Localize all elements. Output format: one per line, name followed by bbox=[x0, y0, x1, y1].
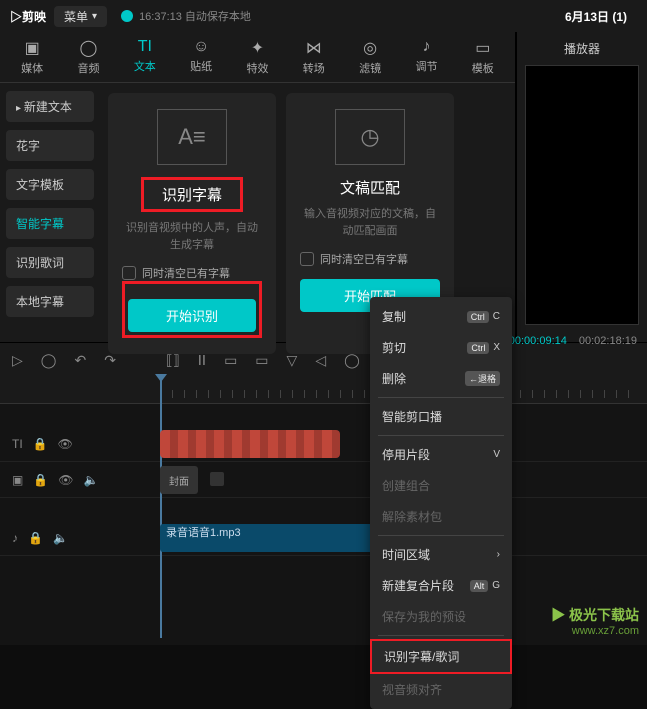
menu-button[interactable]: 菜单 bbox=[54, 6, 107, 27]
ctx-recognize-subtitle-lyrics[interactable]: 识别字幕/歌词 bbox=[370, 639, 512, 674]
mute-icon[interactable]: 🔈 bbox=[84, 473, 99, 487]
sidebar-item-new-text[interactable]: 新建文本 bbox=[6, 91, 94, 122]
sidebar-item-text-template[interactable]: 文字模板 bbox=[6, 169, 94, 200]
transcript-card-title: 文稿匹配 bbox=[340, 177, 400, 198]
sticker-icon: ☺ bbox=[173, 38, 229, 56]
ctx-av-align: 视音频对齐 bbox=[370, 674, 512, 705]
app-logo: ▷剪映 bbox=[10, 8, 46, 25]
sidebar-item-local-subtitle[interactable]: 本地字幕 bbox=[6, 286, 94, 317]
split-icon[interactable]: ⟦⟧ bbox=[166, 352, 180, 369]
undo-icon[interactable]: ↶ bbox=[74, 352, 86, 369]
media-icon: ▣ bbox=[4, 38, 60, 58]
lock-icon[interactable]: 🔒 bbox=[28, 531, 43, 545]
audio-track-icon: ♪ bbox=[12, 531, 18, 545]
tab-text[interactable]: TI文本 bbox=[117, 38, 173, 76]
ctx-cut[interactable]: 剪切CtrlX bbox=[370, 332, 512, 363]
ctx-new-compound[interactable]: 新建复合片段AltG bbox=[370, 570, 512, 601]
video-clip[interactable] bbox=[210, 472, 224, 486]
ctx-time-range[interactable]: 时间区域› bbox=[370, 539, 512, 570]
watermark-title: ▶ 极光下载站 bbox=[551, 605, 639, 625]
transcript-clear-checkbox[interactable]: 同时清空已有字幕 bbox=[300, 251, 408, 267]
text-track-icon: TI bbox=[12, 437, 23, 451]
tab-audio[interactable]: ◯音频 bbox=[60, 38, 116, 76]
library-panel: ▣媒体 ◯音频 TI文本 ☺贴纸 ✦特效 ⋈转场 ◎滤镜 ♪调节 ▭模板 新建文… bbox=[0, 32, 517, 342]
track-audio[interactable]: ♪ 🔒 🔈 录音语音1.mp3 bbox=[0, 520, 647, 556]
subtitle-card-desc: 识别音视频中的人声，自动生成字幕 bbox=[122, 220, 262, 253]
mute-icon[interactable]: 🔈 bbox=[53, 531, 68, 545]
autosave-status: 16:37:13 自动保存本地 bbox=[121, 8, 251, 24]
crop2-icon[interactable]: ▭ bbox=[255, 352, 268, 369]
track-text-head: TI 🔒 👁 bbox=[0, 437, 160, 451]
watermark-url: www.xz7.com bbox=[551, 625, 639, 637]
ctx-copy[interactable]: 复制CtrlC bbox=[370, 301, 512, 332]
text-sidebar: 新建文本 花字 文字模板 智能字幕 识别歌词 本地字幕 bbox=[0, 83, 100, 364]
tool-cursor-icon[interactable]: ▷ bbox=[12, 352, 23, 369]
player-panel: 播放器 bbox=[517, 32, 647, 342]
redo-icon[interactable]: ↷ bbox=[104, 352, 116, 369]
ctx-create-group: 创建组合 bbox=[370, 470, 512, 501]
rotate-icon[interactable]: ◯ bbox=[344, 352, 360, 369]
track-video[interactable]: ▣ 🔒 👁 🔈 封面 bbox=[0, 462, 647, 498]
effects-icon: ✦ bbox=[229, 38, 285, 58]
subtitle-button-highlight: 开始识别 bbox=[122, 281, 262, 338]
track-text[interactable]: TI 🔒 👁 bbox=[0, 426, 647, 462]
tab-adjust[interactable]: ♪调节 bbox=[398, 38, 454, 76]
tab-sticker[interactable]: ☺贴纸 bbox=[173, 38, 229, 76]
sidebar-item-fancy-text[interactable]: 花字 bbox=[6, 130, 94, 161]
cover-clip[interactable]: 封面 bbox=[160, 466, 198, 494]
ctx-save-preset: 保存为我的预设 bbox=[370, 601, 512, 632]
video-track-icon: ▣ bbox=[12, 473, 23, 487]
transcript-card-desc: 输入音视频对应的文稿，自动匹配画面 bbox=[300, 206, 440, 239]
trim-icon[interactable]: ⅠⅠ bbox=[198, 352, 206, 369]
current-time: 00:00:09:14 bbox=[509, 335, 567, 347]
audio-icon: ◯ bbox=[60, 38, 116, 58]
ctx-smart-cut[interactable]: 智能剪口播 bbox=[370, 401, 512, 432]
transition-icon: ⋈ bbox=[286, 38, 342, 58]
watermark: ▶ 极光下载站 www.xz7.com bbox=[551, 605, 639, 637]
timeline-tracks[interactable]: TI 🔒 👁 ▣ 🔒 👁 🔈 封面 ♪ 🔒 🔈 录音语音1.mp3 bbox=[0, 378, 647, 645]
player-title: 播放器 bbox=[525, 40, 639, 57]
lock-icon[interactable]: 🔒 bbox=[33, 473, 48, 487]
track-audio-head: ♪ 🔒 🔈 bbox=[0, 531, 160, 545]
library-tabs: ▣媒体 ◯音频 TI文本 ☺贴纸 ✦特效 ⋈转场 ◎滤镜 ♪调节 ▭模板 bbox=[0, 32, 515, 83]
tab-filter[interactable]: ◎滤镜 bbox=[342, 38, 398, 76]
time-display: 00:00:09:14 00:02:18:19 bbox=[509, 335, 637, 347]
start-recognize-button[interactable]: 开始识别 bbox=[128, 299, 256, 332]
topbar: ▷剪映 菜单 16:37:13 自动保存本地 6月13日 (1) bbox=[0, 0, 647, 32]
track-video-head: ▣ 🔒 👁 🔈 bbox=[0, 473, 160, 487]
subtitle-card-icon: A≡ bbox=[157, 109, 227, 165]
subtitle-clear-checkbox[interactable]: 同时清空已有字幕 bbox=[122, 265, 230, 281]
tab-effects[interactable]: ✦特效 bbox=[229, 38, 285, 76]
playhead[interactable] bbox=[160, 378, 162, 638]
ctx-unlink-asset: 解除素材包 bbox=[370, 501, 512, 532]
player-viewport[interactable] bbox=[525, 65, 639, 325]
total-time: 00:02:18:19 bbox=[579, 335, 637, 347]
card-recognize-subtitle: A≡ 识别字幕 识别音视频中的人声，自动生成字幕 同时清空已有字幕 开始识别 bbox=[108, 93, 276, 354]
template-icon: ▭ bbox=[455, 38, 511, 58]
tab-transition[interactable]: ⋈转场 bbox=[286, 38, 342, 76]
visibility-icon[interactable]: 👁 bbox=[58, 437, 73, 451]
flip-v-icon[interactable]: ▽ bbox=[287, 352, 298, 369]
transcript-card-icon: ◷ bbox=[335, 109, 405, 165]
sidebar-item-smart-subtitle[interactable]: 智能字幕 bbox=[6, 208, 94, 239]
tool-selection-icon[interactable]: ◯ bbox=[41, 352, 57, 369]
project-title: 6月13日 (1) bbox=[565, 8, 627, 25]
lock-icon[interactable]: 🔒 bbox=[33, 437, 48, 451]
main-panel: ▣媒体 ◯音频 TI文本 ☺贴纸 ✦特效 ⋈转场 ◎滤镜 ♪调节 ▭模板 新建文… bbox=[0, 32, 647, 342]
tab-template[interactable]: ▭模板 bbox=[455, 38, 511, 76]
crop1-icon[interactable]: ▭ bbox=[224, 352, 237, 369]
sidebar-item-recognize-lyrics[interactable]: 识别歌词 bbox=[6, 247, 94, 278]
text-icon: TI bbox=[117, 38, 173, 56]
filter-icon: ◎ bbox=[342, 38, 398, 58]
flip-h-icon[interactable]: ◁ bbox=[315, 352, 326, 369]
ctx-disable-clip[interactable]: 停用片段V bbox=[370, 439, 512, 470]
context-menu: 复制CtrlC 剪切CtrlX 删除←退格 智能剪口播 停用片段V 创建组合 解… bbox=[370, 297, 512, 709]
subtitle-card-title: 识别字幕 bbox=[141, 177, 243, 212]
timeline-ruler[interactable] bbox=[0, 378, 647, 404]
adjust-icon: ♪ bbox=[398, 38, 454, 56]
tab-media[interactable]: ▣媒体 bbox=[4, 38, 60, 76]
text-clip[interactable] bbox=[160, 430, 340, 458]
visibility-icon[interactable]: 👁 bbox=[58, 473, 73, 487]
ctx-delete[interactable]: 删除←退格 bbox=[370, 363, 512, 394]
